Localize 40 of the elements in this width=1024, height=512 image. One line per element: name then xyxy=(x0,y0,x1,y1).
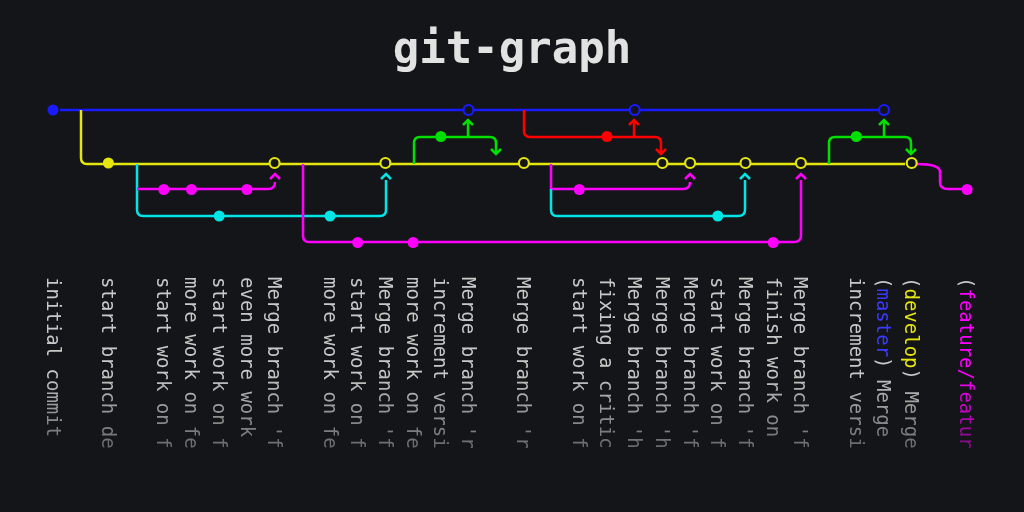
commit-message: (master) Merge xyxy=(872,277,897,440)
commit-message: start work on f xyxy=(567,277,592,449)
arrowhead-icon xyxy=(380,172,392,180)
arrowhead-icon xyxy=(905,148,917,156)
commit-message: more work on fe xyxy=(318,277,343,449)
commit-message: more work on fe xyxy=(401,277,426,449)
commit-message: Merge branch 'f xyxy=(789,277,814,449)
commit-message: Merge branch 'f xyxy=(373,277,398,449)
commit-message: Merge branch 'f xyxy=(263,277,288,449)
commit-message: start branch de xyxy=(97,277,122,449)
commit-message: (develop) Merge xyxy=(900,277,924,449)
arrowhead-icon xyxy=(628,118,640,126)
arrowhead-icon xyxy=(739,172,751,180)
commit-message: even more work xyxy=(235,277,260,440)
commit-message: (feature/featur xyxy=(955,277,980,449)
arrowhead-icon xyxy=(655,148,667,156)
arrowhead-icon xyxy=(269,172,281,180)
commit-message: start work on f xyxy=(706,277,731,449)
commit-message: start work on f xyxy=(346,277,371,449)
commit-message: initial commit xyxy=(41,277,66,440)
app-title: git-graph xyxy=(391,21,633,75)
commit-message: Merge branch 'h xyxy=(623,277,648,449)
commit-message: Merge branch 'r xyxy=(457,277,481,449)
commit-message: start work on f xyxy=(207,277,232,449)
arrowhead-icon xyxy=(878,118,890,126)
commit-message: fixing a critic xyxy=(595,277,620,449)
arrowhead-icon xyxy=(684,172,696,180)
commit-message: increment versi xyxy=(844,277,869,449)
commit-message: start work on f xyxy=(152,277,177,449)
commit-message: Merge branch 'h xyxy=(650,277,675,449)
commit-message: Merge branch 'f xyxy=(733,277,758,449)
commit-message: more work on fe xyxy=(180,277,205,449)
arrowhead-icon xyxy=(490,148,502,156)
branch-line xyxy=(916,162,962,191)
commit-message: finish work on xyxy=(761,277,786,440)
arrowhead-icon xyxy=(462,118,474,126)
commit-message: Merge branch 'f xyxy=(678,277,703,449)
commit-message: increment versi xyxy=(429,277,454,449)
arrowhead-icon xyxy=(795,172,807,180)
commit-message: Merge branch 'r xyxy=(512,277,537,449)
